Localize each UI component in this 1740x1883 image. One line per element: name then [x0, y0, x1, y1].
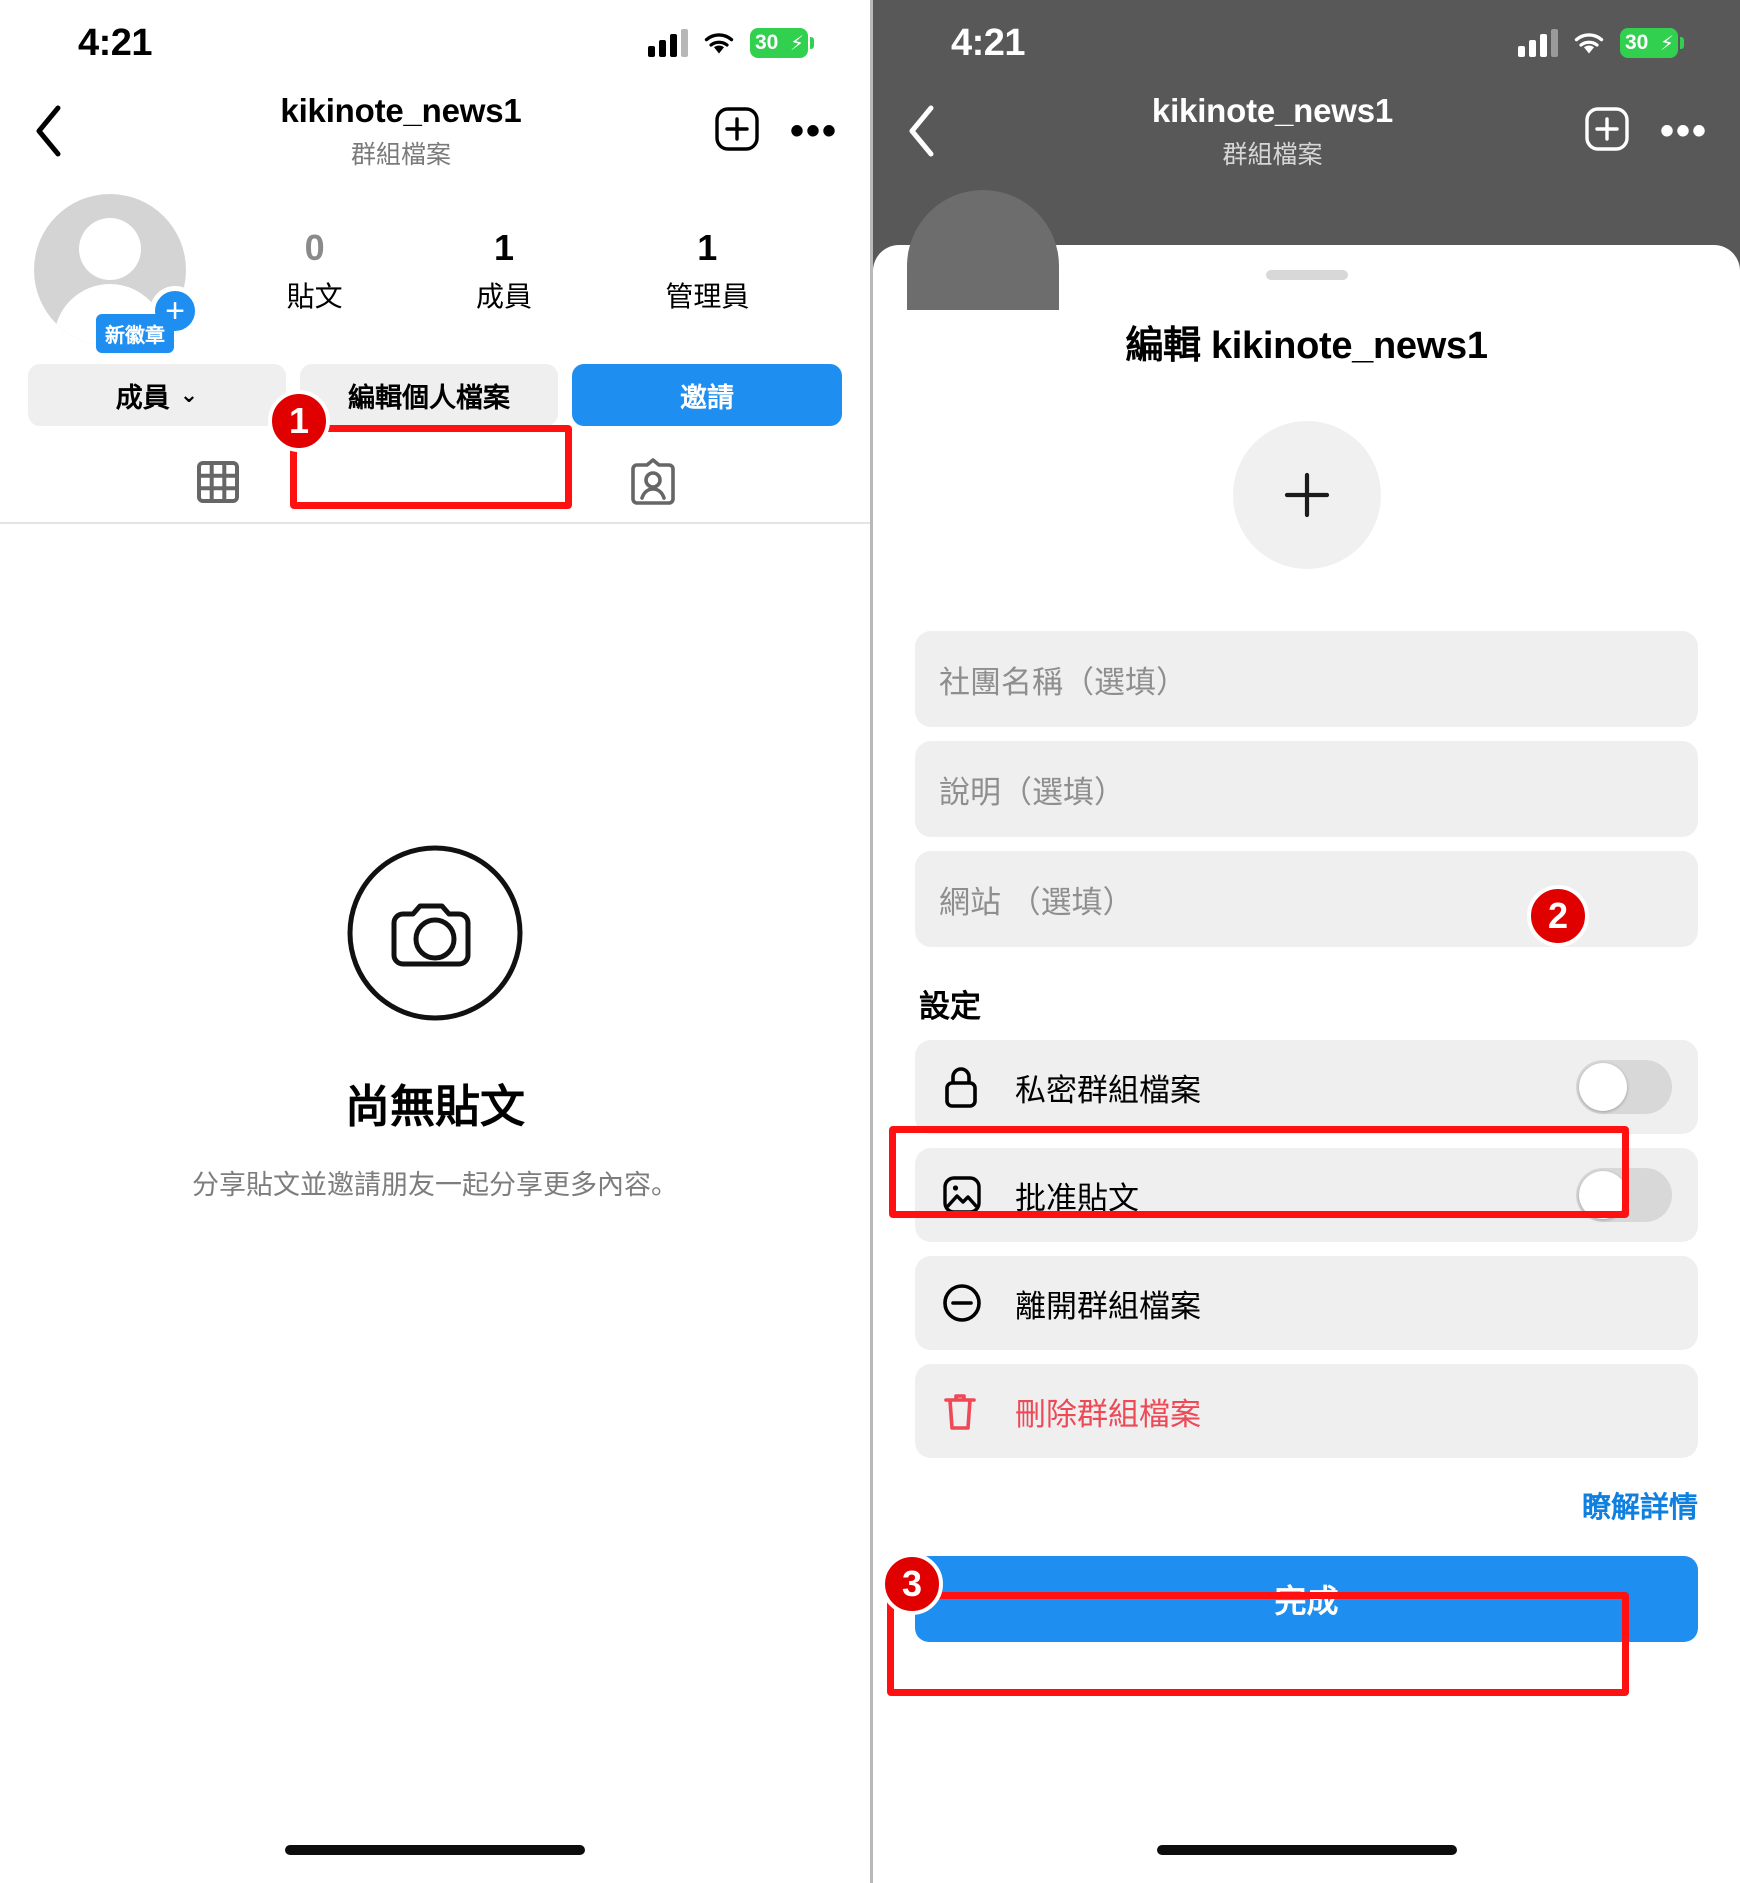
charging-bolt-icon: ⚡: [1659, 33, 1674, 55]
chevron-down-icon: ⌄: [179, 382, 199, 407]
nav-bar-right: kikinote_news1 群組檔案 •••: [873, 86, 1740, 176]
right-phone-screen: 4:21 30 ⚡ kikinote_news1 群組檔案 ••• 編輯 kik…: [870, 0, 1740, 1883]
profile-tab-bar: [0, 442, 870, 524]
private-group-profile-row[interactable]: 私密群組檔案: [915, 1040, 1698, 1134]
home-indicator: [285, 1845, 585, 1855]
step-marker-2: 2: [1527, 885, 1589, 947]
tagged-person-icon: [630, 458, 675, 505]
row-label: 離開群組檔案: [1015, 1288, 1201, 1324]
stat-value: 0: [304, 227, 325, 268]
stat-admins[interactable]: 1 管理員: [665, 226, 749, 315]
stat-value: 1: [697, 227, 718, 268]
wifi-icon: [702, 30, 736, 56]
status-bar-right: 4:21 30 ⚡: [873, 0, 1740, 86]
status-bar-left: 4:21 30 ⚡: [0, 0, 870, 86]
home-indicator: [1156, 1845, 1457, 1855]
avatar-block: + 新徽章: [34, 194, 210, 354]
nav-title-block: kikinote_news1 群組檔案: [961, 92, 1584, 171]
approve-posts-toggle[interactable]: [1576, 1168, 1672, 1222]
charging-bolt-icon: ⚡: [789, 33, 804, 55]
nav-actions: •••: [1584, 106, 1708, 157]
nav-bar-left: kikinote_news1 群組檔案 •••: [0, 86, 870, 176]
nav-actions: •••: [714, 106, 838, 157]
empty-title: 尚無貼文: [344, 1081, 525, 1132]
step-marker-3: 3: [881, 1553, 943, 1615]
page-subtitle: 群組檔案: [1222, 140, 1323, 169]
grid-icon: [196, 461, 239, 503]
approve-posts-row[interactable]: 批准貼文: [915, 1148, 1698, 1242]
done-button[interactable]: 完成: [915, 1556, 1698, 1642]
plus-square-icon[interactable]: [714, 106, 760, 157]
delete-group-profile-row[interactable]: 刪除群組檔案: [915, 1364, 1698, 1458]
empty-state: 尚無貼文 分享貼文並邀請朋友一起分享更多內容。: [0, 844, 870, 1202]
toggle-knob: [1579, 1063, 1627, 1111]
sheet-grabber-icon[interactable]: [1265, 270, 1348, 280]
lock-icon: [941, 1064, 1003, 1110]
profile-stats: 0 貼文 1 成員 1 管理員: [210, 194, 836, 315]
battery-level: 30: [1625, 31, 1649, 54]
new-badge-label[interactable]: 新徽章: [96, 314, 174, 353]
learn-more-link[interactable]: 瞭解詳情: [915, 1484, 1698, 1526]
cellular-signal-icon: [648, 29, 688, 57]
private-group-toggle[interactable]: [1576, 1060, 1672, 1114]
leave-group-profile-row[interactable]: 離開群組檔案: [915, 1256, 1698, 1350]
battery-level: 30: [755, 31, 779, 54]
profile-header: + 新徽章 0 貼文 1 成員 1 管理員: [0, 176, 870, 354]
status-clock: 4:21: [78, 21, 153, 64]
left-phone-screen: 4:21 30 ⚡ kikinote_news1 群組檔案 ••• + 新徽章 …: [0, 0, 870, 1883]
edit-group-profile-sheet: 編輯 kikinote_news1 社團名稱（選填） 說明（選填） 網站 （選填…: [873, 245, 1740, 1883]
screenshot-root: 4:21 30 ⚡ kikinote_news1 群組檔案 ••• + 新徽章 …: [0, 0, 1740, 1883]
page-subtitle: 群組檔案: [350, 140, 451, 169]
nav-title-block: kikinote_news1 群組檔案: [88, 92, 714, 171]
more-options-icon[interactable]: •••: [790, 111, 838, 151]
row-label: 批准貼文: [1015, 1180, 1139, 1216]
tagged-tab[interactable]: [435, 457, 870, 507]
profile-action-buttons: 成員 ⌄ 編輯個人檔案 邀請: [0, 354, 870, 426]
empty-subtitle: 分享貼文並邀請朋友一起分享更多內容。: [192, 1170, 678, 1200]
club-name-field[interactable]: 社團名稱（選填）: [915, 631, 1698, 727]
status-clock: 4:21: [951, 21, 1026, 64]
members-dropdown-button[interactable]: 成員 ⌄: [28, 364, 286, 426]
wifi-icon: [1572, 30, 1606, 56]
toggle-knob: [1579, 1171, 1627, 1219]
photo-icon: [941, 1174, 1003, 1216]
status-indicators: 30 ⚡: [1518, 28, 1684, 58]
row-label: 刪除群組檔案: [1015, 1396, 1201, 1432]
row-label: 私密群組檔案: [1015, 1072, 1201, 1108]
plus-square-icon[interactable]: [1584, 106, 1630, 157]
minus-circle-icon: [941, 1282, 1003, 1324]
stat-label: 貼文: [286, 281, 343, 313]
camera-circle-icon: [347, 845, 523, 1021]
back-button[interactable]: [905, 104, 961, 158]
back-button[interactable]: [32, 104, 88, 158]
status-indicators: 30 ⚡: [648, 28, 814, 58]
trash-icon: [941, 1389, 1003, 1433]
stat-label: 管理員: [665, 281, 750, 313]
page-title: kikinote_news1: [1151, 91, 1394, 129]
settings-heading: 設定: [919, 989, 981, 1024]
plus-icon: [1284, 472, 1329, 518]
invite-button[interactable]: 邀請: [572, 364, 842, 426]
posts-grid-tab[interactable]: [0, 459, 435, 505]
battery-charging-icon: 30 ⚡: [750, 28, 814, 58]
sheet-title: 編輯 kikinote_news1: [1125, 325, 1488, 367]
more-options-icon[interactable]: •••: [1660, 111, 1708, 151]
battery-charging-icon: 30 ⚡: [1620, 28, 1684, 58]
stat-members[interactable]: 1 成員: [476, 226, 532, 315]
step-marker-1: 1: [268, 390, 330, 452]
avatar-upload-button[interactable]: [1232, 421, 1381, 569]
cellular-signal-icon: [1518, 29, 1558, 57]
stat-value: 1: [493, 227, 514, 268]
members-label: 成員: [115, 382, 170, 413]
stat-posts[interactable]: 0 貼文: [287, 226, 343, 315]
edit-profile-button[interactable]: 編輯個人檔案: [300, 364, 558, 426]
description-field[interactable]: 說明（選填）: [915, 741, 1698, 837]
page-title: kikinote_news1: [280, 91, 522, 129]
stat-label: 成員: [475, 281, 532, 313]
